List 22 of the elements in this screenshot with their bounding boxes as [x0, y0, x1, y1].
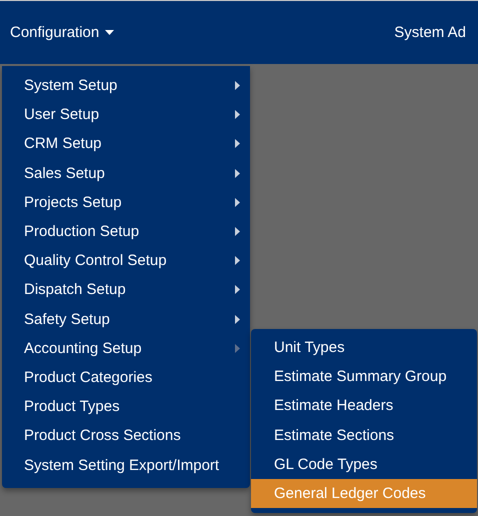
submenu-item[interactable]: GL Code Types	[251, 450, 477, 479]
menu-item[interactable]: Accounting Setup	[2, 334, 250, 363]
menu-item[interactable]: Product Categories	[2, 362, 250, 392]
menu-item[interactable]: System Setup	[2, 71, 250, 100]
menu-item[interactable]: Product Cross Sections	[2, 421, 250, 450]
menu-item[interactable]: Quality Control Setup	[2, 246, 250, 276]
menu-item[interactable]: Sales Setup	[2, 158, 250, 188]
configuration-menu-button[interactable]: Configuration	[10, 24, 114, 41]
menu-item[interactable]: CRM Setup	[2, 129, 250, 159]
submenu-item[interactable]: Estimate Sections	[251, 420, 477, 450]
menu-item[interactable]: Dispatch Setup	[2, 275, 250, 304]
submenu-item[interactable]: Estimate Headers	[251, 391, 477, 421]
menu-item[interactable]: Safety Setup	[2, 304, 250, 334]
user-menu-label[interactable]: System Ad	[394, 24, 466, 41]
menu-item[interactable]: Product Types	[2, 392, 250, 422]
menu-item[interactable]: System Setting Export/Import	[2, 450, 250, 480]
submenu-item[interactable]: Unit Types	[251, 333, 477, 362]
menu-item[interactable]: Projects Setup	[2, 188, 250, 217]
caret-icon	[105, 30, 114, 35]
submenu-item[interactable]: Estimate Summary Group	[251, 362, 477, 392]
menu-item[interactable]: User Setup	[2, 100, 250, 130]
menu-item[interactable]: Production Setup	[2, 216, 250, 246]
